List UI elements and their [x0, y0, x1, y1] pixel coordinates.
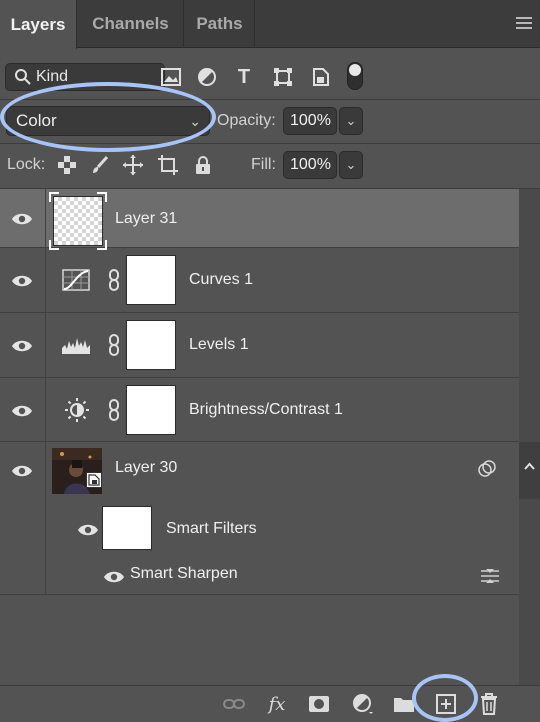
new-layer-icon[interactable]	[433, 692, 459, 716]
eye-icon[interactable]	[11, 464, 33, 478]
selection-corners-icon	[49, 192, 107, 250]
filter-kind-label: Kind	[36, 68, 69, 85]
link-chain-icon[interactable]	[108, 269, 120, 291]
layer-row-layer-31[interactable]: Layer 31	[0, 189, 519, 250]
eye-icon[interactable]	[11, 274, 33, 288]
eye-icon[interactable]	[77, 523, 99, 537]
layer-name: Brightness/Contrast 1	[189, 401, 343, 418]
lock-all-icon[interactable]	[192, 154, 214, 176]
fx-label: fx	[268, 693, 286, 715]
smart-object-filter-icon[interactable]	[308, 64, 334, 90]
layers-scroll-column	[519, 189, 540, 685]
layer-name: Levels 1	[189, 336, 249, 353]
layer-name: Layer 30	[115, 459, 178, 476]
new-group-icon[interactable]	[391, 692, 417, 716]
lock-image-pixels-icon[interactable]	[89, 154, 111, 176]
divider	[0, 143, 540, 144]
link-layers-icon[interactable]	[221, 692, 247, 716]
filter-toggle-icon[interactable]	[347, 62, 363, 90]
panel-tab-bar: Layers Channels Paths	[0, 0, 540, 49]
fill-input[interactable]: 100%	[283, 151, 337, 179]
type-filter-icon[interactable]: T	[231, 64, 257, 90]
new-adjustment-icon[interactable]	[350, 692, 376, 716]
fx-icon[interactable]: fx	[264, 692, 290, 716]
filter-kind-select[interactable]: Kind	[5, 63, 165, 91]
lock-label: Lock:	[7, 156, 46, 173]
fill-dropdown-button[interactable]: ⌄	[339, 151, 363, 179]
adjustment-filter-icon[interactable]	[194, 64, 220, 90]
eye-icon[interactable]	[11, 404, 33, 418]
fill-label: Fill:	[251, 156, 276, 173]
tab-layers[interactable]: Layers	[0, 0, 77, 49]
blend-mode-select[interactable]: Color ⌄	[6, 106, 210, 136]
chevron-down-icon: ⌄	[189, 113, 201, 129]
opacity-dropdown-button[interactable]: ⌄	[339, 107, 363, 135]
brightness-contrast-icon	[62, 397, 92, 423]
divider	[0, 99, 540, 100]
shape-filter-icon[interactable]	[270, 64, 296, 90]
link-chain-icon[interactable]	[108, 334, 120, 356]
image-filter-icon[interactable]	[158, 64, 184, 90]
add-mask-icon[interactable]	[306, 692, 332, 716]
layer-name: Layer 31	[115, 210, 178, 227]
delete-layer-icon[interactable]	[476, 692, 502, 716]
mask-thumbnail	[126, 320, 176, 370]
mask-thumbnail	[126, 255, 176, 305]
panel-menu-icon[interactable]	[516, 17, 532, 31]
lock-transparent-pixels-icon[interactable]	[56, 154, 78, 176]
link-chain-icon[interactable]	[108, 399, 120, 421]
layer-row-curves-1[interactable]: Curves 1	[0, 248, 519, 313]
tab-channels[interactable]: Channels	[78, 0, 184, 48]
smart-filter-indicator-icon	[478, 460, 496, 477]
smart-object-badge-icon	[86, 472, 102, 488]
smart-filter-name: Smart Sharpen	[130, 565, 238, 582]
curves-icon	[61, 267, 91, 293]
lock-position-icon[interactable]	[122, 154, 144, 176]
expand-toggle[interactable]	[519, 442, 540, 499]
blending-options-icon[interactable]	[480, 567, 500, 585]
lock-artboard-icon[interactable]	[157, 154, 179, 176]
chevron-up-icon	[524, 462, 535, 470]
layer-row-levels-1[interactable]: Levels 1	[0, 313, 519, 378]
mask-thumbnail	[126, 385, 176, 435]
layer-name: Curves 1	[189, 271, 254, 288]
layers-list: Layer 31 Curves 1 Levels 1 Brightness/Co…	[0, 189, 519, 685]
smart-filter-mask-thumbnail	[102, 506, 152, 550]
search-icon	[15, 69, 31, 85]
levels-icon	[61, 332, 91, 358]
smart-filters-group: Smart Filters Smart Sharpen	[0, 499, 519, 595]
layer-row-brightness-contrast-1[interactable]: Brightness/Contrast 1	[0, 378, 519, 442]
tab-paths[interactable]: Paths	[185, 0, 255, 48]
eye-icon[interactable]	[11, 212, 33, 226]
blend-mode-value: Color	[16, 111, 57, 130]
smart-filters-label: Smart Filters	[166, 520, 257, 537]
eye-icon[interactable]	[11, 339, 33, 353]
eye-icon[interactable]	[103, 570, 125, 584]
opacity-input[interactable]: 100%	[283, 107, 337, 135]
opacity-label: Opacity:	[217, 112, 276, 129]
layer-row-layer-30[interactable]: Layer 30	[0, 442, 519, 499]
